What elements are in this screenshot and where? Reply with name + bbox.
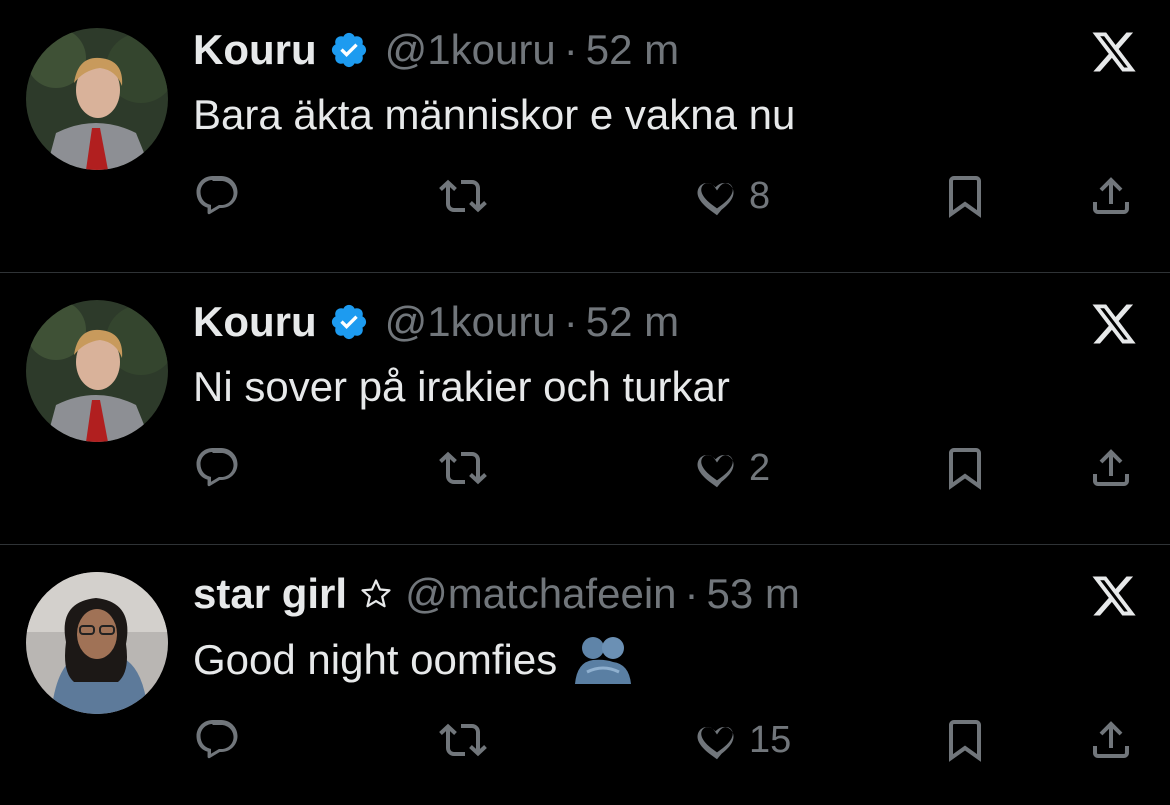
tweet-text-content: Bara äkta människor e vakna nu	[193, 91, 796, 138]
tweet-text-content: Good night oomfies	[193, 636, 558, 683]
heart-icon	[697, 182, 734, 216]
display-name[interactable]: Kouru	[193, 298, 317, 346]
reply-icon	[196, 720, 238, 759]
separator-dot: ·	[563, 26, 578, 73]
bookmark-icon	[949, 176, 981, 218]
share-icon	[1093, 177, 1129, 214]
separator-dot: ·	[563, 298, 578, 345]
repost-icon	[439, 451, 487, 485]
avatar-photo	[26, 572, 168, 714]
tweet-text: Bara äkta människor e vakna nu	[193, 90, 795, 140]
timestamp[interactable]: 52 m	[586, 298, 679, 346]
handle[interactable]: @1kouru	[385, 26, 556, 74]
people-hugging-icon	[571, 634, 635, 686]
tweet[interactable]: Kouru @1kouru · 52 m Bara äkta människor…	[0, 0, 1170, 273]
tweet-text-content: Ni sover på irakier och turkar	[193, 363, 730, 410]
tweet-actions: 2	[193, 440, 1143, 496]
tweet-actions: 8	[193, 168, 1143, 224]
x-logo-icon[interactable]	[1088, 300, 1140, 348]
avatar[interactable]	[26, 572, 168, 714]
timestamp[interactable]: 53 m	[707, 570, 800, 618]
repost-button[interactable]	[439, 168, 487, 224]
reply-icon	[196, 176, 238, 215]
repost-icon	[439, 179, 487, 213]
display-name[interactable]: star girl	[193, 570, 347, 618]
share-button[interactable]	[1087, 440, 1135, 496]
tweet-actions: 15	[193, 712, 1143, 768]
reply-button[interactable]	[193, 712, 241, 768]
tweet[interactable]: Kouru @1kouru · 52 m Ni sover på irakier…	[0, 272, 1170, 545]
display-name[interactable]: Kouru	[193, 26, 317, 74]
timestamp[interactable]: 52 m	[586, 26, 679, 74]
avatar-photo	[26, 300, 168, 442]
star-icon	[359, 577, 393, 611]
x-logo-icon[interactable]	[1088, 28, 1140, 76]
reply-button[interactable]	[193, 440, 241, 496]
tweet-header: Kouru @1kouru · 52 m	[193, 298, 679, 346]
repost-icon	[439, 723, 487, 757]
share-button[interactable]	[1087, 168, 1135, 224]
handle[interactable]: @matchafeein	[405, 570, 676, 618]
reply-icon	[196, 448, 238, 487]
tweet-text: Ni sover på irakier och turkar	[193, 362, 730, 412]
repost-button[interactable]	[439, 712, 487, 768]
separator-dot: ·	[684, 570, 699, 617]
bookmark-button[interactable]	[941, 168, 989, 224]
like-count: 2	[749, 446, 771, 489]
avatar[interactable]	[26, 28, 168, 170]
avatar-photo	[26, 28, 168, 170]
tweet-text: Good night oomfies	[193, 634, 635, 686]
share-button[interactable]	[1087, 712, 1135, 768]
bookmark-button[interactable]	[941, 712, 989, 768]
tweet-header: star girl @matchafeein · 53 m	[193, 570, 800, 618]
avatar[interactable]	[26, 300, 168, 442]
handle[interactable]: @1kouru	[385, 298, 556, 346]
bookmark-button[interactable]	[941, 440, 989, 496]
tweet[interactable]: star girl @matchafeein · 53 m Good night…	[0, 544, 1170, 805]
like-button[interactable]: 2	[693, 440, 770, 496]
x-logo-icon[interactable]	[1088, 572, 1140, 620]
bookmark-icon	[949, 720, 981, 762]
heart-icon	[697, 454, 734, 488]
share-icon	[1093, 721, 1129, 758]
bookmark-icon	[949, 448, 981, 490]
reply-button[interactable]	[193, 168, 241, 224]
tweet-header: Kouru @1kouru · 52 m	[193, 26, 679, 74]
heart-icon	[697, 726, 734, 760]
like-button[interactable]: 8	[693, 168, 770, 224]
verified-badge-icon	[329, 30, 369, 70]
like-count: 15	[749, 718, 792, 761]
like-button[interactable]: 15	[693, 712, 791, 768]
like-count: 8	[749, 174, 771, 217]
verified-badge-icon	[329, 302, 369, 342]
share-icon	[1093, 449, 1129, 486]
repost-button[interactable]	[439, 440, 487, 496]
